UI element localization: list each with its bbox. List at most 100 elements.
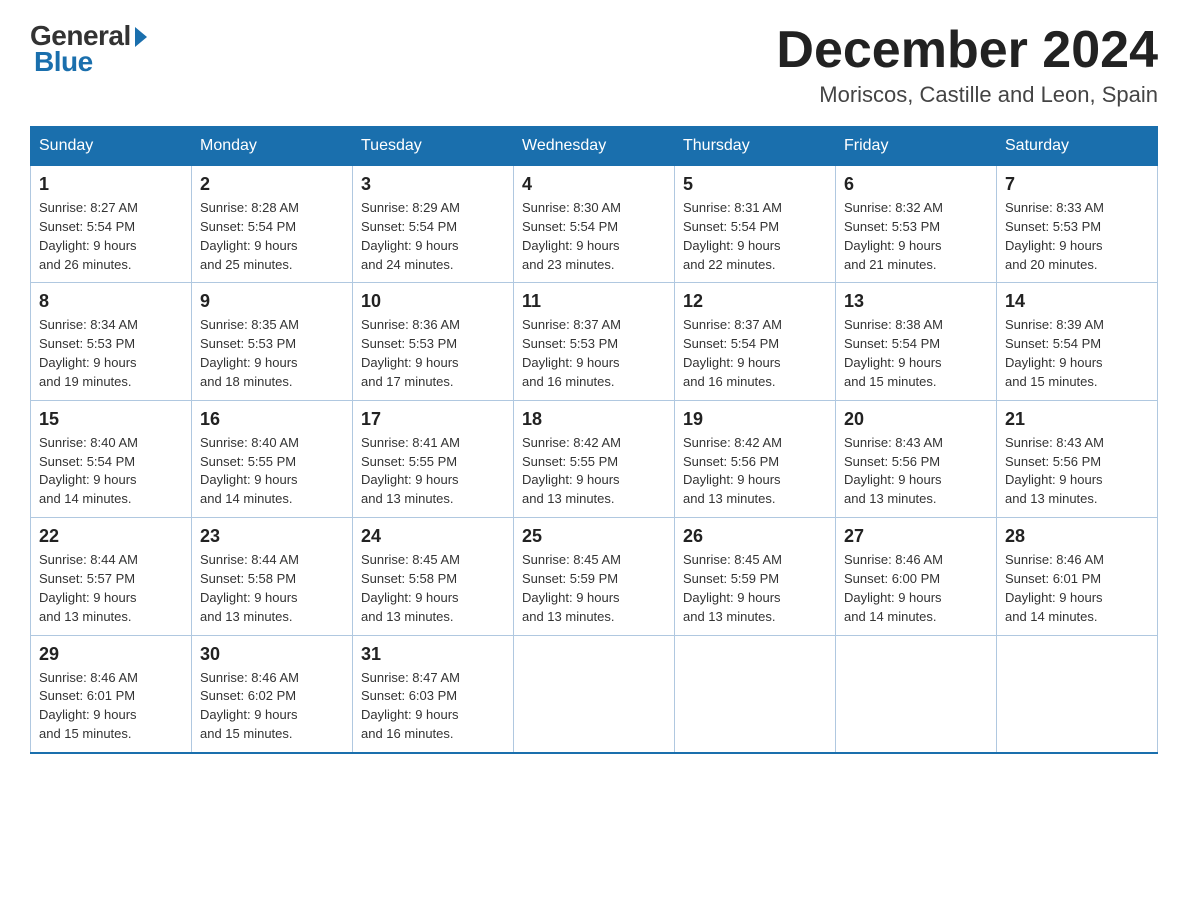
day-info: Sunrise: 8:30 AMSunset: 5:54 PMDaylight:… [522, 200, 621, 272]
calendar-header-thursday: Thursday [675, 127, 836, 166]
day-info: Sunrise: 8:31 AMSunset: 5:54 PMDaylight:… [683, 200, 782, 272]
day-info: Sunrise: 8:37 AMSunset: 5:53 PMDaylight:… [522, 317, 621, 389]
day-number: 24 [361, 526, 505, 547]
calendar-cell: 13 Sunrise: 8:38 AMSunset: 5:54 PMDaylig… [836, 283, 997, 400]
day-number: 11 [522, 291, 666, 312]
day-info: Sunrise: 8:37 AMSunset: 5:54 PMDaylight:… [683, 317, 782, 389]
day-info: Sunrise: 8:43 AMSunset: 5:56 PMDaylight:… [1005, 435, 1104, 507]
day-number: 28 [1005, 526, 1149, 547]
day-number: 5 [683, 174, 827, 195]
day-info: Sunrise: 8:33 AMSunset: 5:53 PMDaylight:… [1005, 200, 1104, 272]
day-info: Sunrise: 8:46 AMSunset: 6:01 PMDaylight:… [39, 670, 138, 742]
calendar-cell: 21 Sunrise: 8:43 AMSunset: 5:56 PMDaylig… [997, 400, 1158, 517]
page-header: General Blue December 2024 Moriscos, Cas… [30, 20, 1158, 108]
calendar-cell: 7 Sunrise: 8:33 AMSunset: 5:53 PMDayligh… [997, 166, 1158, 283]
logo-arrow-icon [135, 27, 147, 47]
day-number: 1 [39, 174, 183, 195]
day-number: 25 [522, 526, 666, 547]
day-info: Sunrise: 8:46 AMSunset: 6:02 PMDaylight:… [200, 670, 299, 742]
day-number: 21 [1005, 409, 1149, 430]
calendar-cell [836, 635, 997, 753]
calendar-cell: 4 Sunrise: 8:30 AMSunset: 5:54 PMDayligh… [514, 166, 675, 283]
calendar-cell [514, 635, 675, 753]
calendar-cell: 2 Sunrise: 8:28 AMSunset: 5:54 PMDayligh… [192, 166, 353, 283]
calendar-cell: 3 Sunrise: 8:29 AMSunset: 5:54 PMDayligh… [353, 166, 514, 283]
calendar-cell: 22 Sunrise: 8:44 AMSunset: 5:57 PMDaylig… [31, 518, 192, 635]
calendar-cell: 29 Sunrise: 8:46 AMSunset: 6:01 PMDaylig… [31, 635, 192, 753]
calendar-cell: 14 Sunrise: 8:39 AMSunset: 5:54 PMDaylig… [997, 283, 1158, 400]
calendar-header-tuesday: Tuesday [353, 127, 514, 166]
calendar-header-monday: Monday [192, 127, 353, 166]
calendar-cell: 12 Sunrise: 8:37 AMSunset: 5:54 PMDaylig… [675, 283, 836, 400]
calendar-header-saturday: Saturday [997, 127, 1158, 166]
calendar-cell: 26 Sunrise: 8:45 AMSunset: 5:59 PMDaylig… [675, 518, 836, 635]
day-number: 29 [39, 644, 183, 665]
calendar-cell: 15 Sunrise: 8:40 AMSunset: 5:54 PMDaylig… [31, 400, 192, 517]
day-number: 19 [683, 409, 827, 430]
calendar-cell: 30 Sunrise: 8:46 AMSunset: 6:02 PMDaylig… [192, 635, 353, 753]
day-info: Sunrise: 8:46 AMSunset: 6:00 PMDaylight:… [844, 552, 943, 624]
day-info: Sunrise: 8:29 AMSunset: 5:54 PMDaylight:… [361, 200, 460, 272]
day-info: Sunrise: 8:45 AMSunset: 5:59 PMDaylight:… [683, 552, 782, 624]
calendar-cell: 27 Sunrise: 8:46 AMSunset: 6:00 PMDaylig… [836, 518, 997, 635]
calendar-cell: 16 Sunrise: 8:40 AMSunset: 5:55 PMDaylig… [192, 400, 353, 517]
calendar-cell: 19 Sunrise: 8:42 AMSunset: 5:56 PMDaylig… [675, 400, 836, 517]
day-info: Sunrise: 8:44 AMSunset: 5:57 PMDaylight:… [39, 552, 138, 624]
day-info: Sunrise: 8:34 AMSunset: 5:53 PMDaylight:… [39, 317, 138, 389]
day-number: 4 [522, 174, 666, 195]
day-number: 22 [39, 526, 183, 547]
day-number: 26 [683, 526, 827, 547]
day-info: Sunrise: 8:32 AMSunset: 5:53 PMDaylight:… [844, 200, 943, 272]
calendar-cell [675, 635, 836, 753]
day-number: 12 [683, 291, 827, 312]
day-number: 17 [361, 409, 505, 430]
calendar-cell: 20 Sunrise: 8:43 AMSunset: 5:56 PMDaylig… [836, 400, 997, 517]
day-info: Sunrise: 8:28 AMSunset: 5:54 PMDaylight:… [200, 200, 299, 272]
calendar-cell [997, 635, 1158, 753]
calendar-cell: 28 Sunrise: 8:46 AMSunset: 6:01 PMDaylig… [997, 518, 1158, 635]
day-info: Sunrise: 8:39 AMSunset: 5:54 PMDaylight:… [1005, 317, 1104, 389]
day-number: 16 [200, 409, 344, 430]
day-number: 23 [200, 526, 344, 547]
day-number: 8 [39, 291, 183, 312]
day-number: 14 [1005, 291, 1149, 312]
calendar-header-wednesday: Wednesday [514, 127, 675, 166]
calendar-week-row: 29 Sunrise: 8:46 AMSunset: 6:01 PMDaylig… [31, 635, 1158, 753]
calendar-header-friday: Friday [836, 127, 997, 166]
day-number: 9 [200, 291, 344, 312]
calendar-table: SundayMondayTuesdayWednesdayThursdayFrid… [30, 126, 1158, 754]
calendar-cell: 10 Sunrise: 8:36 AMSunset: 5:53 PMDaylig… [353, 283, 514, 400]
day-number: 18 [522, 409, 666, 430]
day-info: Sunrise: 8:35 AMSunset: 5:53 PMDaylight:… [200, 317, 299, 389]
day-info: Sunrise: 8:36 AMSunset: 5:53 PMDaylight:… [361, 317, 460, 389]
day-number: 7 [1005, 174, 1149, 195]
day-info: Sunrise: 8:40 AMSunset: 5:54 PMDaylight:… [39, 435, 138, 507]
calendar-cell: 6 Sunrise: 8:32 AMSunset: 5:53 PMDayligh… [836, 166, 997, 283]
day-info: Sunrise: 8:45 AMSunset: 5:59 PMDaylight:… [522, 552, 621, 624]
calendar-cell: 11 Sunrise: 8:37 AMSunset: 5:53 PMDaylig… [514, 283, 675, 400]
day-number: 27 [844, 526, 988, 547]
day-info: Sunrise: 8:43 AMSunset: 5:56 PMDaylight:… [844, 435, 943, 507]
day-number: 6 [844, 174, 988, 195]
calendar-week-row: 22 Sunrise: 8:44 AMSunset: 5:57 PMDaylig… [31, 518, 1158, 635]
calendar-cell: 23 Sunrise: 8:44 AMSunset: 5:58 PMDaylig… [192, 518, 353, 635]
day-info: Sunrise: 8:41 AMSunset: 5:55 PMDaylight:… [361, 435, 460, 507]
day-info: Sunrise: 8:40 AMSunset: 5:55 PMDaylight:… [200, 435, 299, 507]
calendar-cell: 31 Sunrise: 8:47 AMSunset: 6:03 PMDaylig… [353, 635, 514, 753]
calendar-cell: 1 Sunrise: 8:27 AMSunset: 5:54 PMDayligh… [31, 166, 192, 283]
day-number: 20 [844, 409, 988, 430]
calendar-cell: 5 Sunrise: 8:31 AMSunset: 5:54 PMDayligh… [675, 166, 836, 283]
day-number: 10 [361, 291, 505, 312]
calendar-cell: 18 Sunrise: 8:42 AMSunset: 5:55 PMDaylig… [514, 400, 675, 517]
location-title: Moriscos, Castille and Leon, Spain [776, 82, 1158, 108]
day-number: 13 [844, 291, 988, 312]
day-number: 15 [39, 409, 183, 430]
calendar-cell: 8 Sunrise: 8:34 AMSunset: 5:53 PMDayligh… [31, 283, 192, 400]
day-info: Sunrise: 8:27 AMSunset: 5:54 PMDaylight:… [39, 200, 138, 272]
day-number: 30 [200, 644, 344, 665]
calendar-header-row: SundayMondayTuesdayWednesdayThursdayFrid… [31, 127, 1158, 166]
day-info: Sunrise: 8:45 AMSunset: 5:58 PMDaylight:… [361, 552, 460, 624]
month-title: December 2024 [776, 20, 1158, 80]
calendar-week-row: 1 Sunrise: 8:27 AMSunset: 5:54 PMDayligh… [31, 166, 1158, 283]
calendar-cell: 9 Sunrise: 8:35 AMSunset: 5:53 PMDayligh… [192, 283, 353, 400]
